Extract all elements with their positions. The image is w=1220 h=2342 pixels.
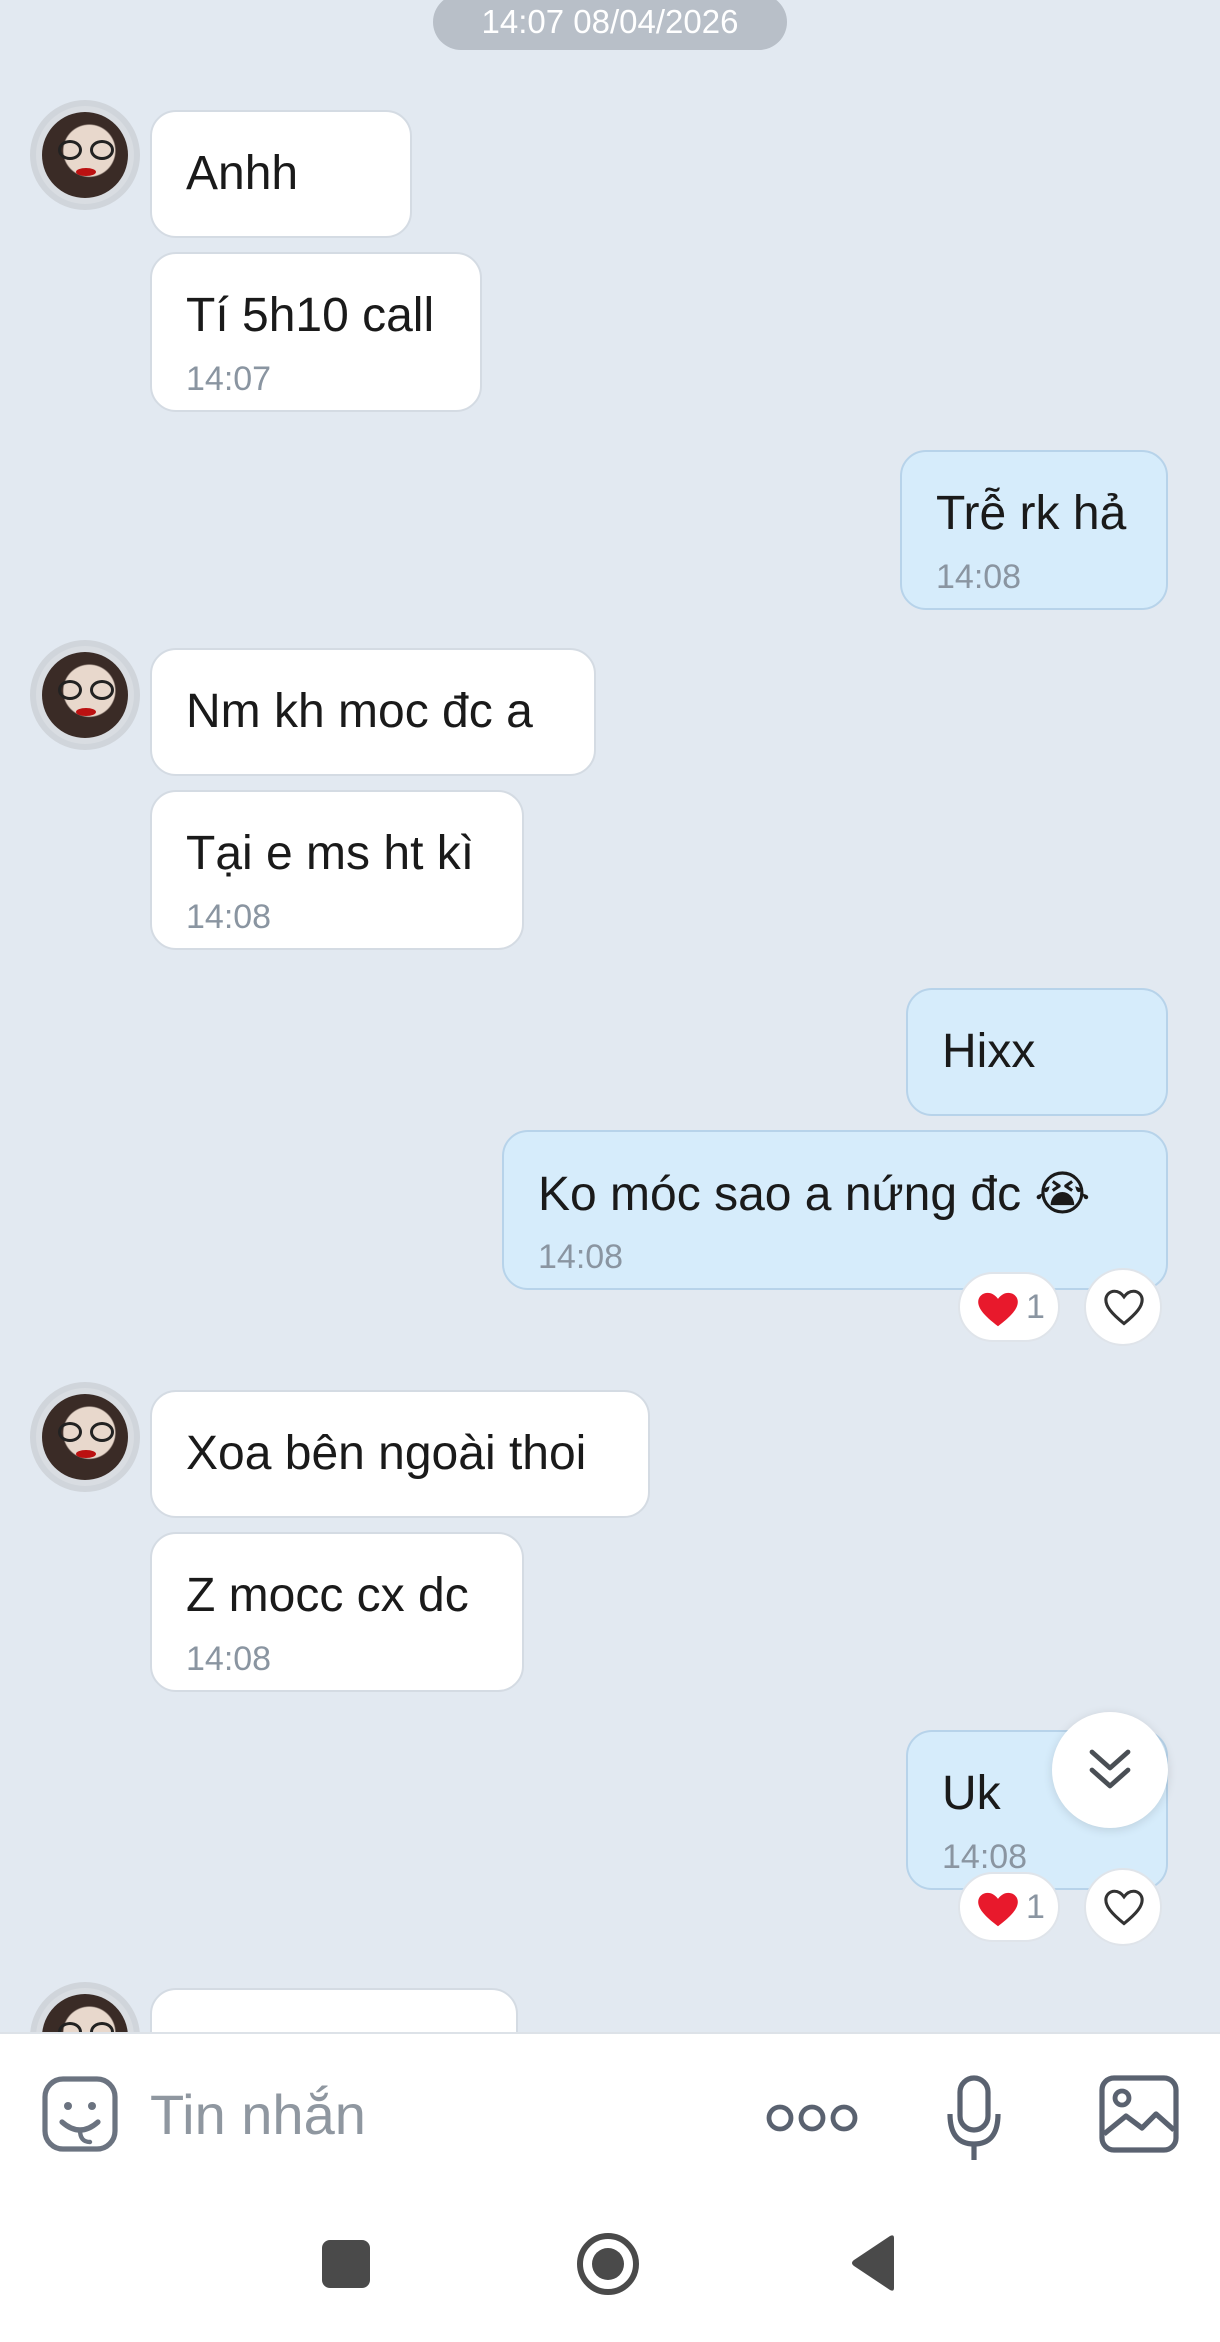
- more-button[interactable]: [764, 2100, 860, 2140]
- react-button[interactable]: [1084, 1268, 1162, 1346]
- react-button[interactable]: [1084, 1868, 1162, 1946]
- message-text: Uk: [942, 1767, 1001, 1820]
- message-bubble-incoming[interactable]: Anhh: [150, 110, 412, 238]
- message-composer: Tin nhắn: [0, 2032, 1220, 2194]
- message-bubble-incoming[interactable]: Z mocc cx dc 14:08: [150, 1532, 524, 1692]
- reaction-badge[interactable]: 1: [958, 1272, 1060, 1342]
- message-time: 14:08: [538, 1238, 624, 1276]
- sticker-button[interactable]: [40, 2074, 124, 2158]
- avatar[interactable]: [30, 100, 140, 210]
- message-time: 14:08: [186, 898, 272, 936]
- message-bubble-incoming[interactable]: Nm kh moc đc a: [150, 648, 596, 776]
- message-bubble-incoming[interactable]: Tí 5h10 call 14:07: [150, 252, 482, 412]
- message-text: Anhh: [186, 147, 299, 200]
- back-button[interactable]: [848, 2234, 898, 2292]
- message-bubble-outgoing[interactable]: Ko móc sao a nứng đc 😭 14:08: [502, 1130, 1168, 1290]
- avatar[interactable]: [30, 640, 140, 750]
- message-time: 14:07: [186, 360, 272, 398]
- message-bubble-incoming[interactable]: Xoa bên ngoài thoi: [150, 1390, 650, 1518]
- message-text: Xoa bên ngoài thoi: [186, 1427, 587, 1480]
- heart-icon: [978, 1892, 1018, 1927]
- message-text: Tí 5h10 call: [186, 289, 435, 342]
- heart-outline-icon: [1104, 1289, 1144, 1326]
- microphone-icon: [947, 2075, 1001, 2160]
- system-navigation-bar: [0, 2192, 1220, 2342]
- date-separator: 14:07 08/04/2026: [433, 0, 787, 50]
- heart-outline-icon: [1104, 1889, 1144, 1926]
- avatar[interactable]: [30, 1982, 140, 2032]
- message-text: Ko móc sao a nứng đc 😭: [538, 1168, 1091, 1221]
- message-text: Trễ rk hả: [936, 487, 1127, 540]
- recents-button[interactable]: [322, 2240, 370, 2288]
- gallery-button[interactable]: [1098, 2074, 1180, 2154]
- message-bubble-outgoing[interactable]: Trễ rk hả 14:08: [900, 450, 1168, 610]
- message-text: Z mocc cx dc: [186, 1569, 469, 1622]
- microphone-button[interactable]: [944, 2074, 1004, 2164]
- message-time: 14:08: [936, 558, 1022, 596]
- message-bubble-incoming[interactable]: [150, 1988, 518, 2032]
- more-icon: [766, 2104, 858, 2132]
- reaction-count: 1: [1026, 1288, 1045, 1326]
- message-text: Hixx: [942, 1025, 1036, 1078]
- sticker-icon: [42, 2076, 118, 2152]
- scroll-to-bottom-button[interactable]: [1052, 1712, 1168, 1828]
- avatar[interactable]: [30, 1382, 140, 1492]
- message-time: 14:08: [186, 1640, 272, 1678]
- message-bubble-incoming[interactable]: Tại e ms ht kì 14:08: [150, 790, 524, 950]
- home-icon: [577, 2233, 639, 2295]
- chat-area[interactable]: 14:07 08/04/2026 Anhh Tí 5h10 call 14:07…: [0, 0, 1220, 2032]
- message-input[interactable]: Tin nhắn: [150, 2082, 366, 2147]
- message-text: Tại e ms ht kì: [186, 827, 475, 880]
- heart-icon: [978, 1292, 1018, 1327]
- double-chevron-down-icon: [1089, 1749, 1131, 1789]
- home-button[interactable]: [576, 2232, 640, 2296]
- image-icon: [1099, 2075, 1179, 2153]
- back-icon: [852, 2235, 894, 2291]
- reaction-count: 1: [1026, 1888, 1045, 1926]
- reaction-badge[interactable]: 1: [958, 1872, 1060, 1942]
- message-text: Nm kh moc đc a: [186, 685, 533, 738]
- message-bubble-outgoing[interactable]: Hixx: [906, 988, 1168, 1116]
